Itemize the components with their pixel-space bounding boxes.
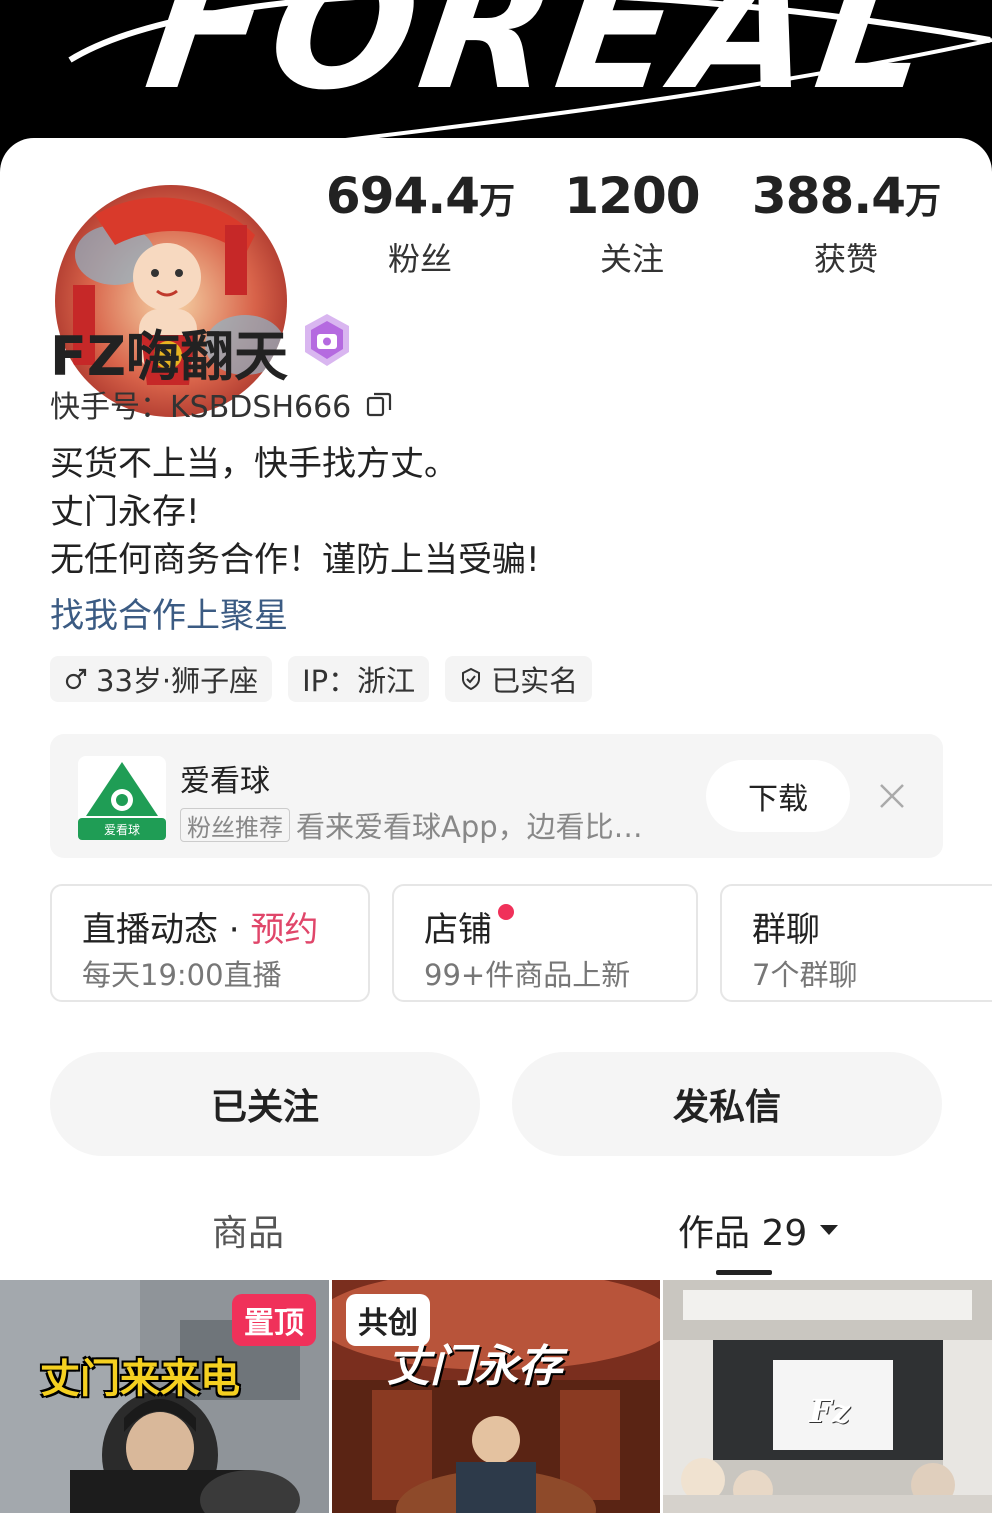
send-message-button[interactable]: 发私信	[512, 1052, 942, 1156]
stat-likes-label: 获赞	[813, 240, 878, 278]
stat-following-label: 关注	[599, 240, 664, 278]
stat-following[interactable]: 1200 关注	[522, 168, 742, 280]
verified-creator-badge-icon[interactable]	[298, 312, 356, 370]
download-button[interactable]: 下载	[706, 760, 850, 832]
fan-recommend-tag: 粉丝推荐	[180, 808, 290, 842]
bio-line: 无任何商务合作！谨防上当受骗!	[50, 540, 540, 580]
group-chat-title: 群聊	[752, 910, 820, 950]
work-tile[interactable]: 置顶 丈门来来电	[0, 1280, 329, 1513]
live-schedule-title: 直播动态 · 预约	[82, 910, 319, 950]
kuaishou-id-text: 快手号：KSBDSH666	[50, 390, 352, 425]
shop-subtitle: 99+件商品上新	[424, 958, 631, 992]
work-tile[interactable]: 共创 丈门永存	[332, 1280, 660, 1513]
tab-works[interactable]: 作品 29	[678, 1204, 841, 1256]
tag-verified-text: 已实名	[491, 664, 579, 698]
stat-fans[interactable]: 694.4万 粉丝	[310, 168, 530, 280]
shop-card[interactable]: 店铺 99+件商品上新	[392, 884, 698, 1002]
bio-line: 丈门永存!	[50, 492, 200, 532]
new-indicator-dot	[498, 904, 514, 920]
tag-ip: IP：浙江	[288, 656, 430, 702]
profile-stats: 694.4万 粉丝 1200 关注 388.4万 获赞	[310, 168, 960, 278]
shop-title: 店铺	[424, 910, 492, 950]
group-chat-subtitle: 7个群聊	[752, 958, 858, 992]
copy-icon[interactable]	[365, 390, 393, 418]
male-icon	[65, 668, 87, 690]
work-caption: 丈门来来电	[40, 1355, 240, 1402]
bio-line: 买货不上当，快手找方丈。	[50, 444, 458, 484]
live-schedule-card[interactable]: 直播动态 · 预约 每天19:00直播	[50, 884, 370, 1002]
app-description: 看来爱看球App，边看比…	[296, 810, 643, 844]
work-tile[interactable]: Fz	[663, 1280, 992, 1513]
banner-text: FOREAL	[136, 0, 948, 128]
works-grid: 置顶 丈门来来电 共创 丈门永存 Fz	[0, 1280, 992, 1513]
tag-ip-text: IP：浙江	[302, 664, 416, 698]
stat-fans-label: 粉丝	[387, 240, 452, 278]
stat-likes[interactable]: 388.4万 获赞	[736, 168, 956, 280]
stat-following-value: 1200	[564, 167, 700, 225]
profile-name: FZ嗨翻天	[50, 325, 289, 388]
stat-fans-value: 694.4万	[325, 167, 515, 225]
close-icon[interactable]	[876, 780, 908, 812]
shield-check-icon	[462, 667, 481, 691]
app-logo-icon: 爱看球	[78, 756, 166, 840]
tag-age-sign-text: 33岁·狮子座	[96, 664, 259, 698]
tab-products-label: 商品	[212, 1213, 285, 1254]
pinned-badge: 置顶	[232, 1294, 316, 1346]
tag-verified: 已实名	[445, 656, 593, 702]
work-caption: 丈门永存	[386, 1341, 562, 1392]
app-name: 爱看球	[180, 764, 270, 799]
group-chat-card[interactable]: 群聊 7个群聊	[720, 884, 992, 1002]
tab-products[interactable]: 商品	[212, 1204, 284, 1256]
caret-down-icon[interactable]	[817, 1222, 841, 1238]
tab-works-label: 作品 29	[678, 1213, 808, 1254]
profile-tags: 33岁·狮子座 IP：浙江 已实名	[50, 656, 593, 702]
live-schedule-subtitle: 每天19:00直播	[82, 958, 282, 992]
following-button[interactable]: 已关注	[50, 1052, 480, 1156]
app-logo-text: 爱看球	[104, 823, 140, 837]
cooperation-link[interactable]: 找我合作上聚星	[50, 588, 288, 637]
app-recommendation-card[interactable]: 爱看球 爱看球 粉丝推荐 看来爱看球App，边看比… 下载	[50, 734, 943, 858]
app-description-row: 粉丝推荐 看来爱看球App，边看比…	[180, 804, 643, 846]
active-tab-indicator	[716, 1270, 772, 1275]
work-caption: Fz	[809, 1392, 850, 1430]
kuaishou-id: 快手号：KSBDSH666	[50, 382, 393, 426]
bio: 买货不上当，快手找方丈。 丈门永存! 无任何商务合作！谨防上当受骗!	[50, 440, 540, 584]
stat-likes-value: 388.4万	[751, 167, 941, 225]
tag-age-sign: 33岁·狮子座	[50, 656, 273, 702]
